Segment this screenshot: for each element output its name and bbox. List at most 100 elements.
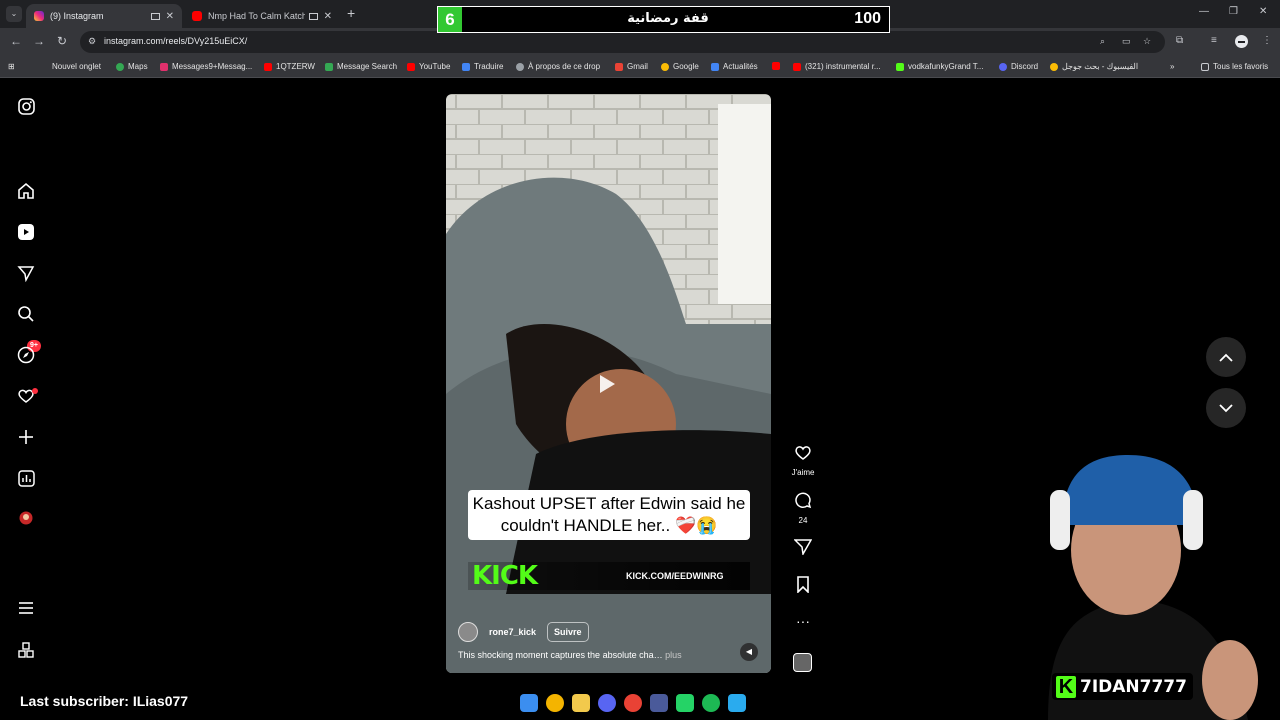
- back-icon[interactable]: ←: [10, 34, 22, 48]
- chrome-icon[interactable]: [546, 694, 564, 712]
- youtube-icon: [793, 62, 801, 71]
- translate-icon: [462, 62, 470, 71]
- bookmark-item[interactable]: (321) instrumental r...: [793, 62, 881, 71]
- explore-icon[interactable]: [16, 345, 36, 365]
- window-close-icon[interactable]: ✕: [1259, 6, 1267, 17]
- author-avatar[interactable]: [458, 622, 478, 642]
- new-tab-button[interactable]: +: [347, 5, 355, 21]
- globe-icon: [516, 62, 524, 71]
- previous-reel-button[interactable]: [1206, 337, 1246, 377]
- reel-description[interactable]: This shocking moment captures the absolu…: [458, 650, 682, 660]
- bookmark-item[interactable]: Maps: [116, 62, 148, 71]
- folder-icon: [1201, 62, 1209, 71]
- tab-youtube[interactable]: Nmp Had To Calm Katchii D ✕: [184, 4, 340, 28]
- bookmark-icon: [797, 576, 809, 594]
- app-icon[interactable]: [650, 694, 668, 712]
- reel-caption-sticker: Kashout UPSET after Edwin said he couldn…: [468, 490, 750, 540]
- search-icon[interactable]: [16, 304, 36, 324]
- telegram-icon[interactable]: [728, 694, 746, 712]
- reel-video[interactable]: Kashout UPSET after Edwin said he couldn…: [446, 94, 771, 673]
- goal-current: 6: [438, 7, 462, 32]
- bookmark-item[interactable]: Traduire: [462, 62, 504, 71]
- play-icon[interactable]: [600, 375, 615, 393]
- zoom-icon[interactable]: ⌕: [1100, 36, 1105, 47]
- profile-avatar-icon[interactable]: [16, 508, 36, 528]
- bookmark-star-icon[interactable]: ☆: [1143, 36, 1151, 47]
- home-icon[interactable]: [16, 181, 36, 201]
- instagram-logo-icon[interactable]: [16, 96, 36, 116]
- also-from-meta-icon[interactable]: [16, 640, 36, 660]
- address-bar[interactable]: ⚙ instagram.com/reels/DVy215uEiCX/ ⌕ ▭ ☆: [80, 31, 1165, 53]
- cast-icon[interactable]: ▭: [1122, 36, 1131, 47]
- bookmark-item[interactable]: Discord: [999, 62, 1038, 71]
- spotify-icon[interactable]: [702, 694, 720, 712]
- url-text: instagram.com/reels/DVy215uEiCX/: [104, 36, 248, 46]
- bookmark-item[interactable]: 1QTZERW: [264, 62, 315, 71]
- apps-icon[interactable]: ⊞: [8, 62, 15, 71]
- site-info-icon[interactable]: ⚙: [88, 36, 96, 47]
- profile-avatar[interactable]: [1235, 35, 1248, 48]
- streamer-kick-tag: K 7IDAN7777: [1052, 673, 1193, 700]
- heart-icon: [795, 446, 811, 460]
- share-button[interactable]: [788, 538, 818, 560]
- maps-icon: [116, 62, 124, 71]
- chrome-active-icon[interactable]: [624, 694, 642, 712]
- discord-icon[interactable]: [598, 694, 616, 712]
- bookmark-item[interactable]: Gmail: [615, 62, 648, 71]
- dashboard-icon[interactable]: [16, 468, 36, 488]
- taskbar: [520, 690, 760, 716]
- messages-icon[interactable]: [16, 263, 36, 283]
- maximize-icon[interactable]: ❐: [1229, 6, 1238, 17]
- minimize-icon[interactable]: —: [1199, 6, 1209, 17]
- tab-instagram[interactable]: (9) Instagram ✕: [26, 4, 182, 28]
- discord-icon: [999, 62, 1007, 71]
- donation-goal-bar: 6 قفة رمضانية 100: [437, 6, 890, 33]
- author-name[interactable]: rone7_kick: [489, 627, 536, 637]
- close-icon[interactable]: ✕: [324, 11, 332, 22]
- kick-logo: KICK: [472, 561, 538, 591]
- kick-k-icon: K: [1056, 675, 1076, 698]
- create-icon[interactable]: [16, 427, 36, 447]
- streamer-name: 7IDAN7777: [1080, 676, 1187, 697]
- tab-search-button[interactable]: ⌄: [6, 6, 22, 22]
- bookmark-item[interactable]: vodkafunkyGrand T...: [896, 62, 983, 71]
- windows-start-icon[interactable]: [520, 694, 538, 712]
- reload-icon[interactable]: ↻: [57, 34, 67, 48]
- bookmark-item[interactable]: Nouvel onglet: [52, 62, 101, 71]
- close-icon[interactable]: ✕: [166, 11, 174, 22]
- bookmark-item[interactable]: [772, 62, 784, 70]
- volume-icon[interactable]: ◀︎: [740, 643, 758, 661]
- all-bookmarks[interactable]: Tous les favoris: [1201, 62, 1268, 71]
- chart-icon: [325, 62, 333, 71]
- media-controls-icon[interactable]: ≡: [1211, 35, 1217, 46]
- bookmark-item[interactable]: Message Search: [325, 62, 397, 71]
- youtube-favicon-icon: [192, 11, 202, 21]
- more-menu-icon[interactable]: [16, 598, 36, 618]
- bookmark-item[interactable]: Messages9+Messag...: [160, 62, 252, 71]
- like-button[interactable]: J'aime: [788, 444, 818, 477]
- menu-icon[interactable]: ⋮: [1262, 35, 1272, 46]
- share-icon: [793, 539, 813, 557]
- forward-icon[interactable]: →: [33, 34, 45, 48]
- youtube-icon: [264, 62, 272, 71]
- reel-author-row: rone7_kick Suivre: [458, 622, 589, 642]
- bookmark-item[interactable]: Actualités: [711, 62, 758, 71]
- gmail-icon: [615, 62, 623, 71]
- extensions-icon[interactable]: ⧉: [1176, 35, 1183, 46]
- bookmarks-overflow-icon[interactable]: »: [1170, 62, 1174, 71]
- file-explorer-icon[interactable]: [572, 694, 590, 712]
- next-reel-button[interactable]: [1206, 388, 1246, 428]
- comment-button[interactable]: 24: [788, 491, 818, 525]
- audio-thumbnail[interactable]: [793, 653, 812, 672]
- save-button[interactable]: [788, 576, 818, 598]
- reels-icon[interactable]: [16, 222, 36, 242]
- more-options-icon[interactable]: ···: [788, 614, 818, 628]
- bookmark-item[interactable]: الفيسبوك - بحث جوجل: [1050, 62, 1138, 71]
- bookmark-item[interactable]: À propos de ce drop: [516, 62, 600, 71]
- follow-button[interactable]: Suivre: [547, 622, 589, 642]
- bookmark-item[interactable]: YouTube: [407, 62, 450, 71]
- bookmark-item[interactable]: Google: [661, 62, 699, 71]
- more-link[interactable]: plus: [665, 650, 682, 660]
- youtube-icon: [407, 62, 415, 71]
- whatsapp-icon[interactable]: [676, 694, 694, 712]
